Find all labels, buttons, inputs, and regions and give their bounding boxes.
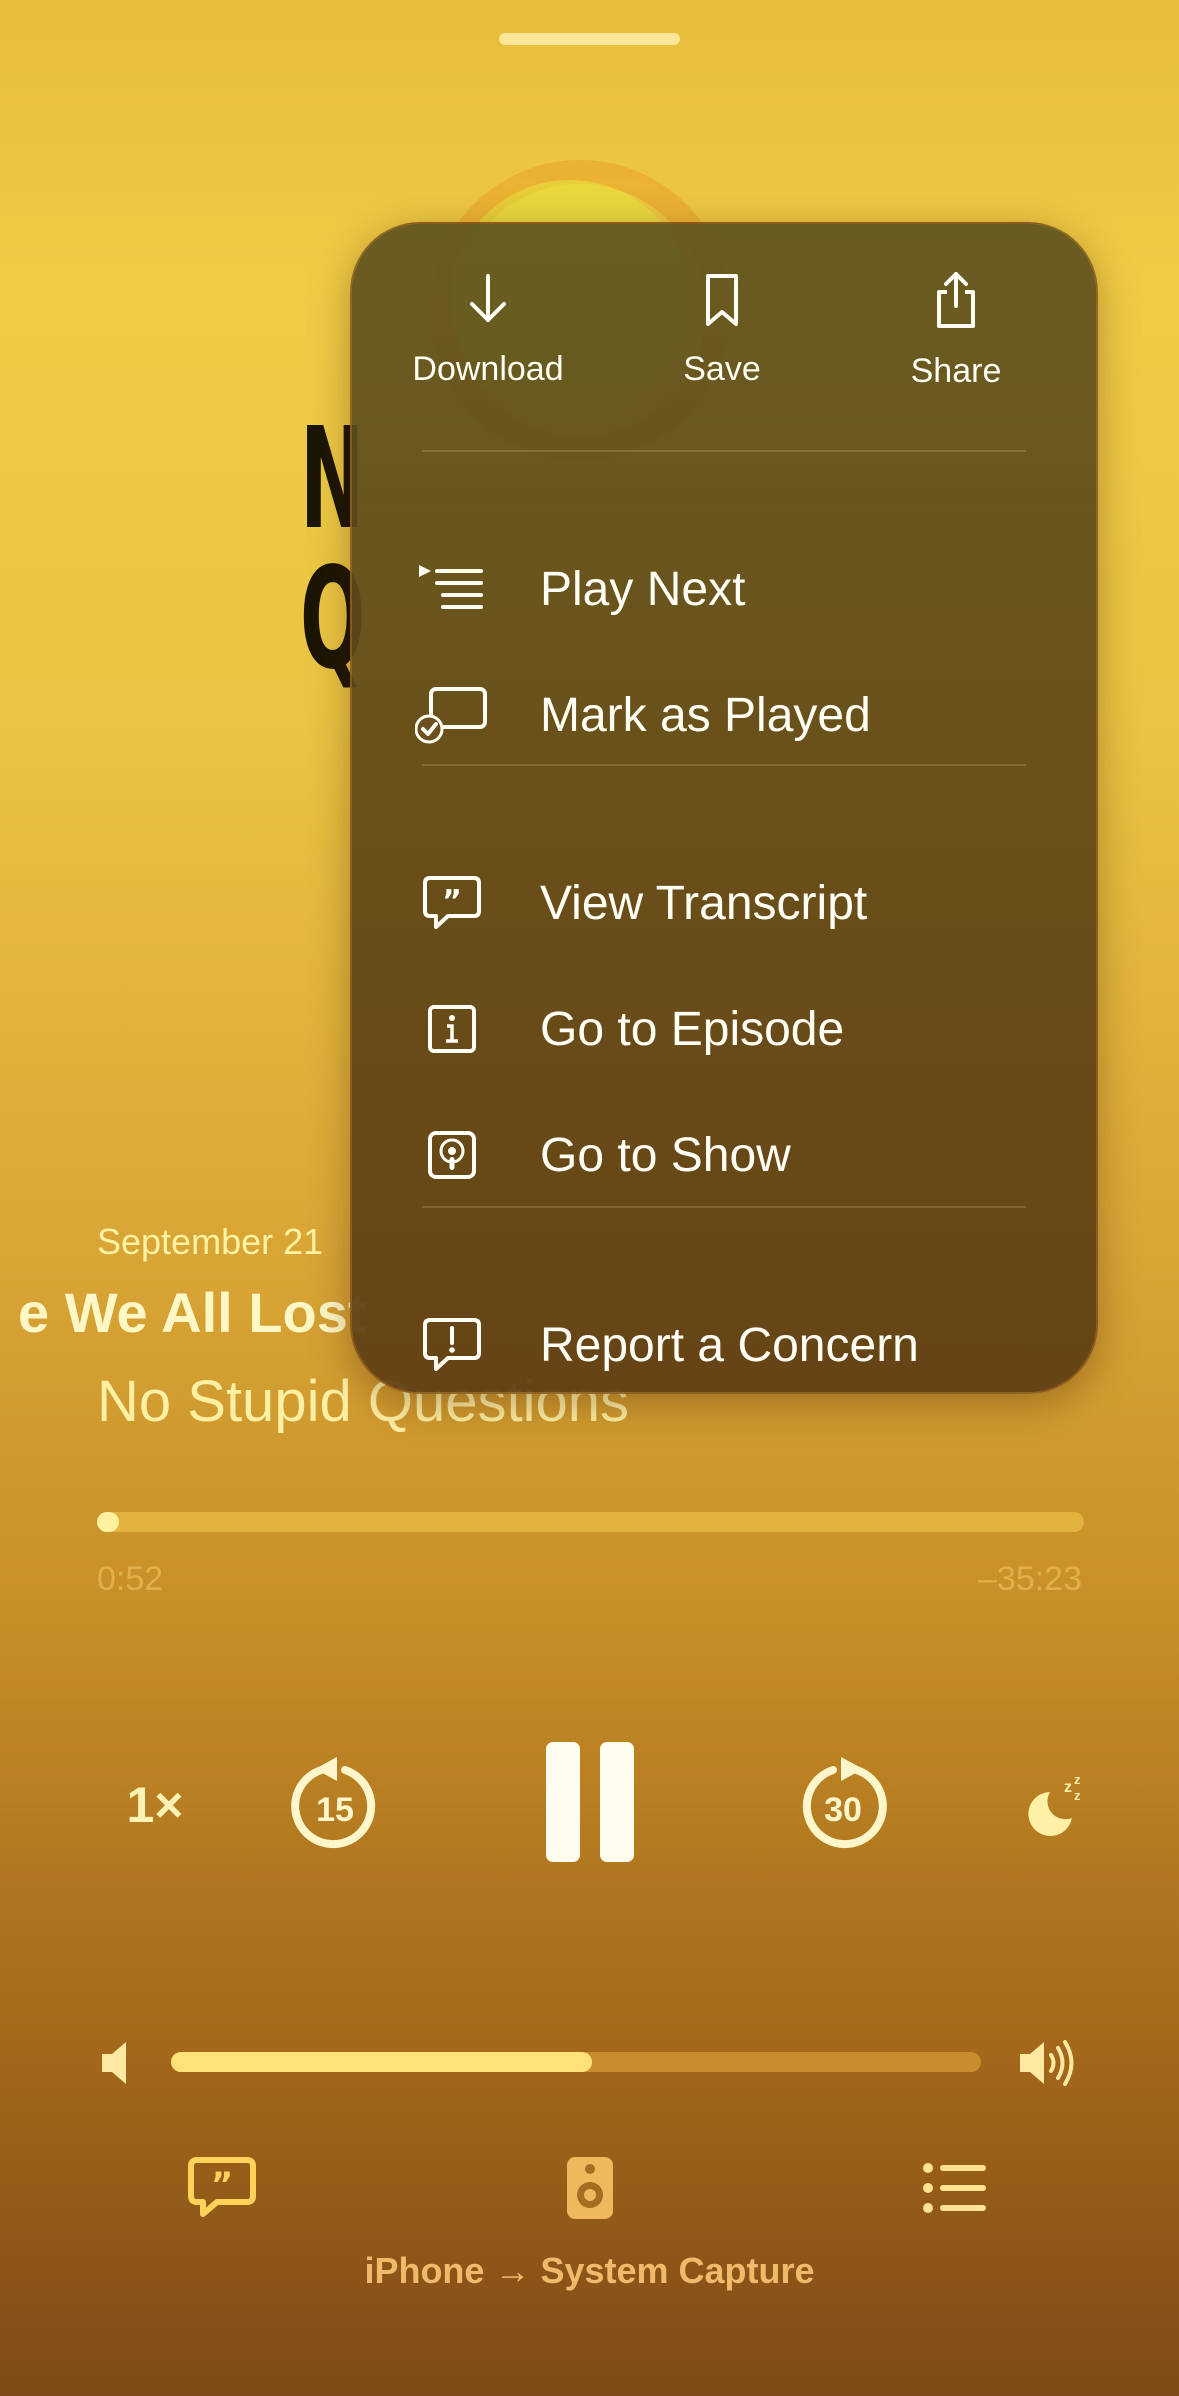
bookmark-icon — [706, 274, 738, 326]
volume-slider[interactable] — [171, 2052, 981, 2072]
menu-item-report-a-concern[interactable]: Report a Concern — [412, 1300, 1032, 1390]
svg-text:z: z — [1074, 1772, 1081, 1787]
playback-speed-button[interactable]: 1× — [110, 1765, 200, 1845]
report-concern-label: Report a Concern — [540, 1318, 919, 1372]
transcript-button[interactable]: ” — [182, 2148, 262, 2228]
podcast-icon — [412, 1120, 492, 1190]
menu-item-go-to-show[interactable]: Go to Show — [412, 1110, 1032, 1200]
elapsed-time: 0:52 — [97, 1560, 164, 1598]
save-label: Save — [683, 350, 761, 388]
sheet-grabber[interactable] — [499, 33, 680, 45]
skip-forward-icon: 30 — [802, 1757, 887, 1849]
episode-date: September 21 — [97, 1221, 324, 1262]
info-icon — [412, 994, 492, 1064]
pause-button[interactable] — [542, 1740, 638, 1864]
volume-high-icon — [1018, 2036, 1080, 2090]
view-transcript-label: View Transcript — [540, 876, 868, 930]
remaining-time: –35:23 — [978, 1560, 1082, 1598]
audio-route-label[interactable]: iPhone → System Capture — [0, 2250, 1179, 2292]
report-icon — [412, 1310, 492, 1380]
share-button[interactable]: Share — [846, 272, 1066, 391]
up-next-queue-button[interactable] — [915, 2148, 995, 2228]
volume-low-icon — [98, 2038, 138, 2088]
sleep-timer-icon: z z z — [1028, 1772, 1081, 1836]
download-icon — [470, 274, 506, 322]
menu-divider — [422, 764, 1026, 766]
airplay-speaker-button[interactable] — [550, 2148, 630, 2228]
transcript-icon: ” — [188, 2157, 256, 2217]
play-next-icon — [412, 554, 492, 624]
speaker-icon — [567, 2157, 613, 2219]
download-button[interactable]: Download — [378, 272, 598, 389]
svg-text:”: ” — [211, 2165, 233, 2205]
share-icon — [937, 272, 975, 328]
menu-divider — [422, 450, 1026, 452]
sleep-timer-button[interactable]: z z z — [1020, 1770, 1090, 1840]
menu-item-go-to-episode[interactable]: Go to Episode — [412, 984, 1032, 1074]
menu-item-play-next[interactable]: Play Next — [412, 544, 1032, 634]
skip-forward-label: 30 — [824, 1791, 862, 1829]
skip-back-label: 15 — [316, 1791, 354, 1829]
progress-scrubber[interactable] — [97, 1512, 1084, 1532]
mark-played-icon — [412, 680, 492, 750]
play-next-label: Play Next — [540, 562, 746, 616]
go-to-show-label: Go to Show — [540, 1128, 791, 1182]
volume-fill — [171, 2052, 593, 2072]
save-button[interactable]: Save — [612, 272, 832, 389]
menu-item-mark-as-played[interactable]: Mark as Played — [412, 670, 1032, 760]
skip-forward-button[interactable]: 30 — [793, 1757, 893, 1857]
skip-back-icon: 15 — [291, 1757, 376, 1849]
svg-text:z: z — [1074, 1788, 1081, 1803]
share-label: Share — [910, 352, 1002, 390]
download-label: Download — [412, 350, 564, 388]
progress-fill — [97, 1512, 119, 1532]
transcript-icon: ” — [412, 868, 492, 938]
episode-title[interactable]: e We All Lost — [18, 1280, 367, 1345]
mark-played-label: Mark as Played — [540, 688, 871, 742]
pause-icon — [546, 1742, 634, 1862]
episode-context-menu: Download Save Share Play Next Mark as Pl… — [350, 222, 1098, 1394]
menu-divider — [422, 1206, 1026, 1208]
skip-back-button[interactable]: 15 — [285, 1757, 385, 1857]
menu-item-view-transcript[interactable]: ” View Transcript — [412, 858, 1032, 948]
svg-text:”: ” — [442, 884, 462, 919]
list-icon — [923, 2163, 986, 2213]
go-to-episode-label: Go to Episode — [540, 1002, 845, 1056]
svg-text:z: z — [1064, 1779, 1072, 1796]
